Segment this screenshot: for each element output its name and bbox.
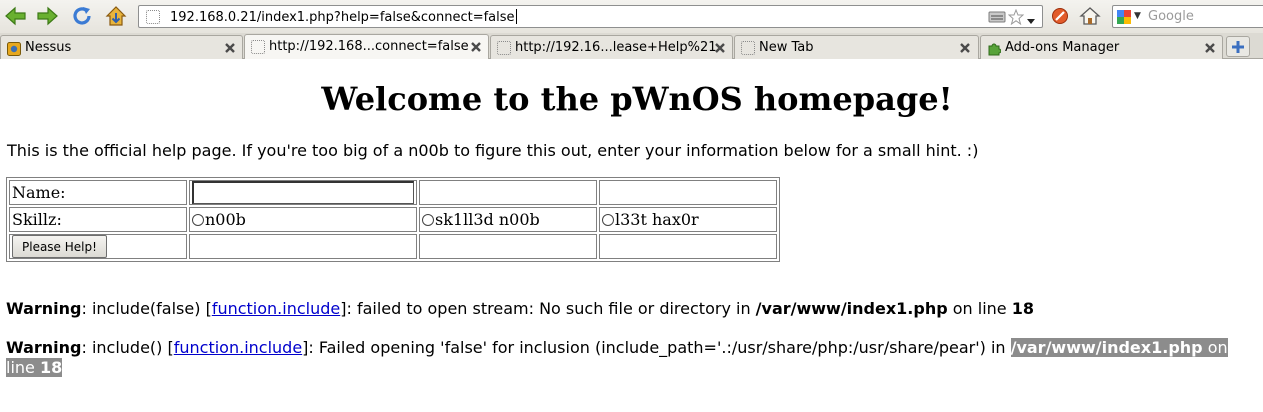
back-icon bbox=[5, 6, 26, 26]
table-row: Skillz: n00b sk1ll3d n00b l33t hax0r bbox=[9, 207, 777, 232]
function-include-link[interactable]: function.include bbox=[212, 299, 340, 318]
tab-label: Add-ons Manager bbox=[1005, 40, 1120, 55]
warning-label: Warning bbox=[6, 338, 82, 357]
intro-text: This is the official help page. If you'r… bbox=[7, 141, 979, 160]
table-cell bbox=[599, 234, 777, 259]
site-identity-icon bbox=[146, 10, 160, 24]
url-field[interactable]: 192.168.0.21/index1.php?help=false&conne… bbox=[170, 9, 517, 25]
skill-option-n00b[interactable]: n00b bbox=[189, 207, 417, 232]
new-tab-button[interactable] bbox=[1226, 36, 1250, 57]
table-cell bbox=[189, 180, 417, 205]
tab-please-help[interactable]: http://192.16...lease+Help%21 bbox=[490, 35, 733, 59]
table-cell bbox=[419, 180, 597, 205]
warning-text: : include() [ bbox=[81, 338, 174, 357]
tab-nessus[interactable]: Nessus bbox=[0, 35, 243, 59]
stop-button[interactable] bbox=[1047, 3, 1073, 29]
plus-icon bbox=[1232, 40, 1244, 53]
rss-icon bbox=[988, 11, 1006, 23]
tab-addons-manager[interactable]: Add-ons Manager bbox=[980, 35, 1223, 59]
table-row: Please Help! bbox=[9, 234, 777, 259]
forward-icon bbox=[37, 6, 58, 26]
close-icon[interactable] bbox=[222, 40, 237, 55]
rss-button[interactable] bbox=[988, 9, 1006, 29]
tab-strip: Nessus http://192.168...connect=false ht… bbox=[0, 33, 1263, 59]
skill-option-skilled-n00b[interactable]: sk1ll3d n00b bbox=[419, 207, 597, 232]
function-include-link[interactable]: function.include bbox=[174, 338, 302, 357]
warning-text: ]: failed to open stream: No such file o… bbox=[340, 299, 756, 318]
php-warning-1: Warning: include(false) [function.includ… bbox=[6, 299, 1258, 319]
forward-button[interactable] bbox=[34, 3, 60, 29]
nessus-icon bbox=[7, 41, 21, 56]
warning-text: ]: Failed opening 'false' for inclusion … bbox=[302, 338, 1011, 357]
blank-page-icon bbox=[251, 40, 265, 54]
blank-page-icon bbox=[741, 41, 755, 55]
radio-skilled-n00b[interactable] bbox=[422, 214, 434, 226]
page-title: Welcome to the pWnOS homepage! bbox=[321, 80, 953, 118]
table-cell bbox=[419, 234, 597, 259]
stop-icon bbox=[1052, 8, 1068, 24]
table-cell bbox=[599, 180, 777, 205]
skill-option-label: n00b bbox=[205, 210, 246, 229]
blank-page-icon bbox=[497, 41, 511, 55]
google-search-icon[interactable] bbox=[1117, 10, 1131, 24]
star-icon bbox=[1007, 8, 1025, 26]
page-content: Welcome to the pWnOS homepage! This is t… bbox=[0, 60, 1263, 412]
warning-label: Warning bbox=[6, 299, 82, 318]
skill-option-l33t-hax0r[interactable]: l33t hax0r bbox=[599, 207, 777, 232]
name-label: Name: bbox=[9, 180, 187, 205]
chevron-down-icon[interactable]: ▼ bbox=[1134, 11, 1141, 21]
url-history-dropdown[interactable] bbox=[1026, 11, 1036, 30]
warning-file: /var/www/index1.php bbox=[1010, 338, 1203, 357]
skill-label: Skillz: bbox=[9, 207, 187, 232]
tab-label: Nessus bbox=[25, 40, 72, 55]
bookmark-star-button[interactable] bbox=[1007, 8, 1025, 29]
home-download-button[interactable] bbox=[103, 3, 129, 29]
reload-icon bbox=[73, 7, 91, 25]
close-icon[interactable] bbox=[712, 40, 727, 55]
php-warning-2: Warning: include() [function.include]: F… bbox=[6, 338, 1258, 378]
table-cell: Please Help! bbox=[9, 234, 187, 259]
close-icon[interactable] bbox=[957, 40, 972, 55]
table-row: Name: bbox=[9, 180, 777, 205]
radio-l33t-hax0r[interactable] bbox=[602, 214, 614, 226]
warning-text: on line bbox=[947, 299, 1012, 318]
warning-line: 18 bbox=[39, 358, 63, 377]
search-bar[interactable]: ▼ Google bbox=[1112, 5, 1263, 28]
search-input[interactable]: Google bbox=[1148, 9, 1194, 24]
home-icon bbox=[1079, 7, 1101, 25]
close-icon[interactable] bbox=[468, 39, 483, 54]
navigation-toolbar: 192.168.0.21/index1.php?help=false&conne… bbox=[0, 0, 1263, 33]
close-icon[interactable] bbox=[1202, 40, 1217, 55]
back-button[interactable] bbox=[3, 3, 29, 29]
help-form-table: Name: Skillz: n00b sk1ll3d n00b l33t hax… bbox=[6, 177, 780, 262]
reload-button[interactable] bbox=[69, 3, 95, 29]
tab-label: New Tab bbox=[759, 40, 814, 55]
tab-label: http://192.16...lease+Help%21 bbox=[515, 40, 717, 55]
tab-index1-connect[interactable]: http://192.168...connect=false bbox=[244, 34, 489, 59]
warning-line: 18 bbox=[1011, 299, 1034, 318]
radio-n00b[interactable] bbox=[192, 214, 204, 226]
warning-file: /var/www/index1.php bbox=[755, 299, 948, 318]
skill-option-label: sk1ll3d n00b bbox=[435, 210, 540, 229]
name-input[interactable] bbox=[192, 181, 414, 204]
tab-new-tab[interactable]: New Tab bbox=[734, 35, 979, 59]
home-button[interactable] bbox=[1077, 3, 1103, 29]
puzzle-icon bbox=[987, 41, 1002, 56]
chevron-down-icon bbox=[1027, 19, 1035, 24]
skill-option-label: l33t hax0r bbox=[615, 210, 699, 229]
warning-text: : include(false) [ bbox=[81, 299, 212, 318]
please-help-button[interactable]: Please Help! bbox=[12, 235, 107, 258]
tab-label: http://192.168...connect=false bbox=[269, 39, 469, 54]
url-bar[interactable]: 192.168.0.21/index1.php?help=false&conne… bbox=[138, 5, 1043, 28]
home-download-icon bbox=[105, 6, 127, 26]
table-cell bbox=[189, 234, 417, 259]
